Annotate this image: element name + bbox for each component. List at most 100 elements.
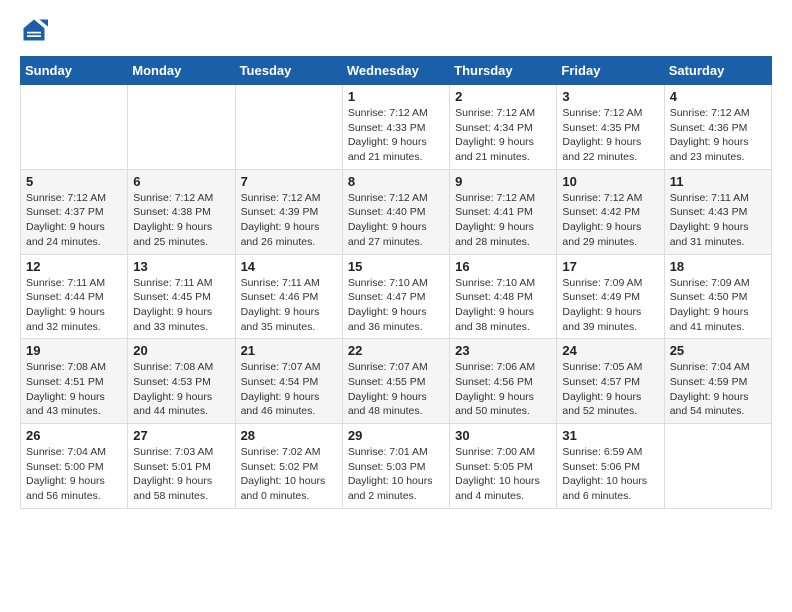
day-cell: 22 Sunrise: 7:07 AM Sunset: 4:55 PM Dayli…	[342, 339, 449, 424]
day-cell: 13Sunrise: 7:11 AM Sunset: 4:45 PM Dayli…	[128, 254, 235, 339]
weekday-header-friday: Friday	[557, 57, 664, 85]
day-number: 27	[133, 428, 229, 443]
day-cell	[235, 85, 342, 170]
day-info: Sunrise: 7:07 AM Sunset: 4:54 PM Dayligh…	[241, 360, 337, 419]
day-cell: 16 Sunrise: 7:10 AM Sunset: 4:48 PM Dayli…	[450, 254, 557, 339]
weekday-header-thursday: Thursday	[450, 57, 557, 85]
day-cell: 7Sunrise: 7:12 AM Sunset: 4:39 PM Daylig…	[235, 169, 342, 254]
day-cell: 21 Sunrise: 7:07 AM Sunset: 4:54 PM Dayli…	[235, 339, 342, 424]
logo	[20, 16, 52, 44]
day-info: Sunrise: 7:12 AM Sunset: 4:35 PM Dayligh…	[562, 106, 658, 165]
day-number: 26	[26, 428, 122, 443]
weekday-header-sunday: Sunday	[21, 57, 128, 85]
day-cell: 5 Sunrise: 7:12 AM Sunset: 4:37 PM Daylig…	[21, 169, 128, 254]
day-cell: 20 Sunrise: 7:08 AM Sunset: 4:53 PM Dayli…	[128, 339, 235, 424]
day-cell: 19 Sunrise: 7:08 AM Sunset: 4:51 PM Dayli…	[21, 339, 128, 424]
day-info: Sunrise: 7:09 AM Sunset: 4:49 PM Dayligh…	[562, 276, 658, 335]
day-cell: 11 Sunrise: 7:11 AM Sunset: 4:43 PM Dayli…	[664, 169, 771, 254]
day-info: Sunrise: 7:09 AM Sunset: 4:50 PM Dayligh…	[670, 276, 766, 335]
day-cell: 30 Sunrise: 7:00 AM Sunset: 5:05 PM Dayli…	[450, 424, 557, 509]
day-cell	[664, 424, 771, 509]
day-cell: 25 Sunrise: 7:04 AM Sunset: 4:59 PM Dayli…	[664, 339, 771, 424]
logo-icon	[20, 16, 48, 44]
day-cell: 6 Sunrise: 7:12 AM Sunset: 4:38 PM Daylig…	[128, 169, 235, 254]
week-row-1: 1Sunrise: 7:12 AM Sunset: 4:33 PM Daylig…	[21, 85, 772, 170]
day-cell: 9Sunrise: 7:12 AM Sunset: 4:41 PM Daylig…	[450, 169, 557, 254]
day-cell: 8Sunrise: 7:12 AM Sunset: 4:40 PM Daylig…	[342, 169, 449, 254]
day-info: Sunrise: 7:07 AM Sunset: 4:55 PM Dayligh…	[348, 360, 444, 419]
day-number: 10	[562, 174, 658, 189]
day-number: 28	[241, 428, 337, 443]
day-info: Sunrise: 7:12 AM Sunset: 4:36 PM Dayligh…	[670, 106, 766, 165]
day-number: 2	[455, 89, 551, 104]
day-info: Sunrise: 6:59 AM Sunset: 5:06 PM Dayligh…	[562, 445, 658, 504]
day-cell: 4 Sunrise: 7:12 AM Sunset: 4:36 PM Daylig…	[664, 85, 771, 170]
day-cell: 14 Sunrise: 7:11 AM Sunset: 4:46 PM Dayli…	[235, 254, 342, 339]
day-number: 21	[241, 343, 337, 358]
day-cell: 26 Sunrise: 7:04 AM Sunset: 5:00 PM Dayli…	[21, 424, 128, 509]
day-info: Sunrise: 7:11 AM Sunset: 4:43 PM Dayligh…	[670, 191, 766, 250]
day-info: Sunrise: 7:12 AM Sunset: 4:34 PM Dayligh…	[455, 106, 551, 165]
week-row-3: 12Sunrise: 7:11 AM Sunset: 4:44 PM Dayli…	[21, 254, 772, 339]
day-number: 31	[562, 428, 658, 443]
day-info: Sunrise: 7:04 AM Sunset: 4:59 PM Dayligh…	[670, 360, 766, 419]
day-cell: 17 Sunrise: 7:09 AM Sunset: 4:49 PM Dayli…	[557, 254, 664, 339]
day-info: Sunrise: 7:11 AM Sunset: 4:45 PM Dayligh…	[133, 276, 229, 335]
calendar: SundayMondayTuesdayWednesdayThursdayFrid…	[20, 56, 772, 509]
day-info: Sunrise: 7:04 AM Sunset: 5:00 PM Dayligh…	[26, 445, 122, 504]
weekday-header-tuesday: Tuesday	[235, 57, 342, 85]
day-cell: 15Sunrise: 7:10 AM Sunset: 4:47 PM Dayli…	[342, 254, 449, 339]
day-info: Sunrise: 7:12 AM Sunset: 4:38 PM Dayligh…	[133, 191, 229, 250]
day-number: 5	[26, 174, 122, 189]
day-cell: 29 Sunrise: 7:01 AM Sunset: 5:03 PM Dayli…	[342, 424, 449, 509]
day-number: 3	[562, 89, 658, 104]
day-number: 24	[562, 343, 658, 358]
day-cell	[21, 85, 128, 170]
day-cell: 28 Sunrise: 7:02 AM Sunset: 5:02 PM Dayli…	[235, 424, 342, 509]
day-cell: 23Sunrise: 7:06 AM Sunset: 4:56 PM Dayli…	[450, 339, 557, 424]
day-number: 15	[348, 259, 444, 274]
day-cell: 24Sunrise: 7:05 AM Sunset: 4:57 PM Dayli…	[557, 339, 664, 424]
day-number: 17	[562, 259, 658, 274]
day-cell: 1Sunrise: 7:12 AM Sunset: 4:33 PM Daylig…	[342, 85, 449, 170]
page: SundayMondayTuesdayWednesdayThursdayFrid…	[0, 0, 792, 529]
day-info: Sunrise: 7:12 AM Sunset: 4:33 PM Dayligh…	[348, 106, 444, 165]
day-info: Sunrise: 7:12 AM Sunset: 4:40 PM Dayligh…	[348, 191, 444, 250]
day-info: Sunrise: 7:10 AM Sunset: 4:48 PM Dayligh…	[455, 276, 551, 335]
day-number: 29	[348, 428, 444, 443]
day-cell: 3 Sunrise: 7:12 AM Sunset: 4:35 PM Daylig…	[557, 85, 664, 170]
day-cell: 12Sunrise: 7:11 AM Sunset: 4:44 PM Dayli…	[21, 254, 128, 339]
day-number: 4	[670, 89, 766, 104]
day-number: 14	[241, 259, 337, 274]
day-info: Sunrise: 7:11 AM Sunset: 4:46 PM Dayligh…	[241, 276, 337, 335]
day-cell: 10 Sunrise: 7:12 AM Sunset: 4:42 PM Dayli…	[557, 169, 664, 254]
day-info: Sunrise: 7:08 AM Sunset: 4:51 PM Dayligh…	[26, 360, 122, 419]
day-number: 7	[241, 174, 337, 189]
day-number: 22	[348, 343, 444, 358]
day-info: Sunrise: 7:12 AM Sunset: 4:42 PM Dayligh…	[562, 191, 658, 250]
day-cell: 31 Sunrise: 6:59 AM Sunset: 5:06 PM Dayli…	[557, 424, 664, 509]
header	[20, 16, 772, 44]
day-info: Sunrise: 7:06 AM Sunset: 4:56 PM Dayligh…	[455, 360, 551, 419]
day-number: 16	[455, 259, 551, 274]
weekday-header-row: SundayMondayTuesdayWednesdayThursdayFrid…	[21, 57, 772, 85]
weekday-header-wednesday: Wednesday	[342, 57, 449, 85]
day-info: Sunrise: 7:02 AM Sunset: 5:02 PM Dayligh…	[241, 445, 337, 504]
day-info: Sunrise: 7:00 AM Sunset: 5:05 PM Dayligh…	[455, 445, 551, 504]
day-number: 11	[670, 174, 766, 189]
day-number: 25	[670, 343, 766, 358]
weekday-header-saturday: Saturday	[664, 57, 771, 85]
day-number: 12	[26, 259, 122, 274]
day-number: 20	[133, 343, 229, 358]
weekday-header-monday: Monday	[128, 57, 235, 85]
day-cell: 2 Sunrise: 7:12 AM Sunset: 4:34 PM Daylig…	[450, 85, 557, 170]
day-info: Sunrise: 7:08 AM Sunset: 4:53 PM Dayligh…	[133, 360, 229, 419]
day-number: 18	[670, 259, 766, 274]
day-info: Sunrise: 7:12 AM Sunset: 4:37 PM Dayligh…	[26, 191, 122, 250]
day-number: 19	[26, 343, 122, 358]
week-row-4: 19 Sunrise: 7:08 AM Sunset: 4:51 PM Dayli…	[21, 339, 772, 424]
day-number: 30	[455, 428, 551, 443]
day-info: Sunrise: 7:01 AM Sunset: 5:03 PM Dayligh…	[348, 445, 444, 504]
day-number: 6	[133, 174, 229, 189]
week-row-2: 5 Sunrise: 7:12 AM Sunset: 4:37 PM Daylig…	[21, 169, 772, 254]
